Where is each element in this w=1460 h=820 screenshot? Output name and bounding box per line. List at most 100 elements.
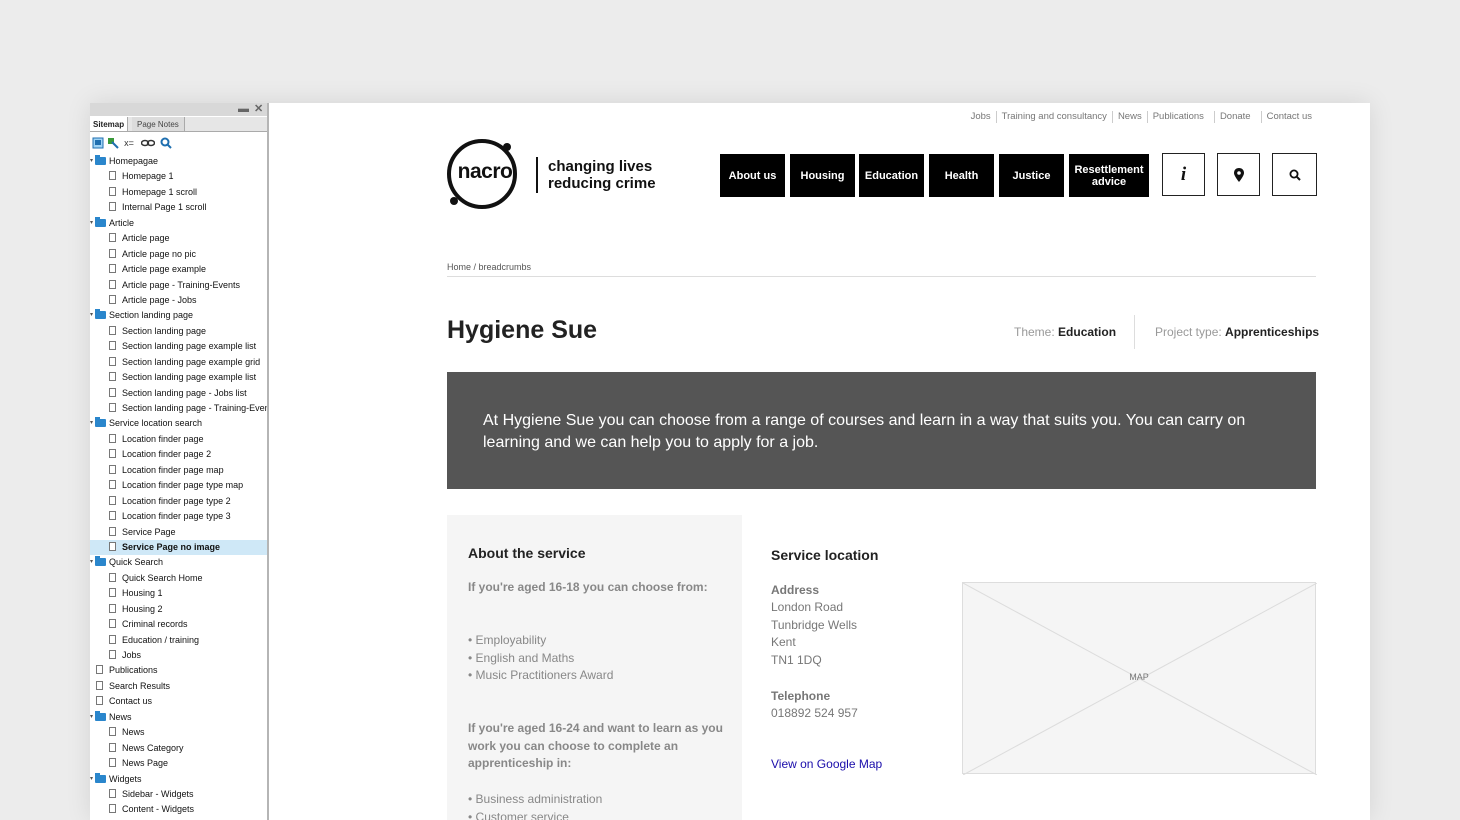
nav-justice[interactable]: Justice: [999, 154, 1064, 197]
sitemap-page[interactable]: Section landing page - Jobs list: [90, 386, 267, 401]
sitemap-folder[interactable]: ▾ Quick Search: [90, 555, 267, 570]
sitemap-page[interactable]: Section landing page - Training-Event: [90, 401, 267, 416]
sitemap-item-label: Section landing page - Jobs list: [122, 387, 247, 398]
google-map-link[interactable]: View on Google Map: [771, 757, 882, 771]
sitemap-folder[interactable]: ▾ Article: [90, 216, 267, 231]
address-line: London Road: [771, 600, 844, 614]
sitemap-page[interactable]: Homepage 1 scroll: [90, 185, 267, 200]
sitemap-page[interactable]: News Category: [90, 741, 267, 756]
tab-sitemap[interactable]: Sitemap: [90, 117, 129, 131]
link-icon[interactable]: [140, 137, 156, 149]
sitemap-folder[interactable]: ▾ Widgets: [90, 772, 267, 787]
sitemap-item-label: Article page: [122, 233, 170, 244]
page-icon: [109, 788, 116, 798]
page-icon: [96, 680, 103, 690]
sitemap-page[interactable]: Service Page no image: [90, 539, 267, 556]
nav-resettlement-advice[interactable]: Resettlement advice: [1069, 154, 1149, 197]
map-placeholder[interactable]: MAP: [962, 582, 1317, 775]
sitemap-page[interactable]: Sidebar - Widgets: [90, 787, 267, 802]
info-button[interactable]: i: [1162, 153, 1205, 196]
sitemap-folder[interactable]: ▾ Service location search: [90, 416, 267, 431]
sitemap-folder[interactable]: ▾ Homepagae: [90, 154, 267, 169]
sitemap-page[interactable]: Article page example: [90, 262, 267, 277]
sitemap-page[interactable]: News Page: [90, 756, 267, 771]
sitemap-page[interactable]: Section landing page example list: [90, 370, 267, 385]
sitemap-page[interactable]: News: [90, 725, 267, 740]
sitemap-page[interactable]: Article page - Jobs: [90, 293, 267, 308]
nav-housing[interactable]: Housing: [790, 154, 855, 197]
toplink-news[interactable]: News: [1111, 111, 1147, 123]
folder-icon: [95, 772, 106, 783]
tab-page-notes[interactable]: Page Notes: [132, 117, 185, 131]
sitemap-page[interactable]: Location finder page map: [90, 463, 267, 478]
website-page: Jobs Training and consultancy News Publi…: [269, 103, 1370, 820]
sitemap-page[interactable]: Article page: [90, 231, 267, 246]
toplink-jobs[interactable]: Jobs: [966, 111, 996, 123]
x-equals-icon[interactable]: x=: [123, 137, 135, 149]
add-page-icon[interactable]: [92, 137, 104, 149]
sitemap-item-label: Location finder page type 3: [122, 511, 231, 522]
sitemap-page[interactable]: Location finder page type 3: [90, 509, 267, 524]
sitemap-page[interactable]: Location finder page type 2: [90, 494, 267, 509]
sitemap-page[interactable]: Homepage 1: [90, 169, 267, 184]
sitemap-page[interactable]: Housing 1: [90, 586, 267, 601]
toplink-publications[interactable]: Publications: [1146, 111, 1209, 123]
sitemap-page[interactable]: Quick Search Home: [90, 571, 267, 586]
sitemap-folder[interactable]: ▾ News: [90, 710, 267, 725]
sitemap-item-label: Jobs: [122, 650, 142, 660]
sitemap-page[interactable]: Article page - Training-Events: [90, 278, 267, 293]
about-service-box: About the service If you're aged 16-18 y…: [447, 515, 742, 820]
sitemap-panel: ▬ ✕ Sitemap Page Notes x= ▾ Homepagae Home…: [90, 103, 269, 820]
page-icon: [109, 279, 116, 289]
sitemap-page[interactable]: Service Page: [90, 525, 267, 540]
sitemap-page[interactable]: Search Results: [90, 679, 267, 694]
page-icon: [109, 572, 116, 582]
toplink-training[interactable]: Training and consultancy: [995, 111, 1112, 123]
logo-dot: [450, 197, 458, 205]
sitemap-page[interactable]: Criminal records: [90, 617, 267, 632]
page-icon: [109, 495, 116, 505]
sitemap-folder[interactable]: ▾ Section landing page: [90, 308, 267, 323]
sitemap-page[interactable]: Internal Page 1 scroll: [90, 200, 267, 215]
sitemap-page[interactable]: Contact us: [90, 694, 267, 709]
minimize-icon[interactable]: ▬: [238, 103, 249, 116]
sitemap-page[interactable]: Education / training: [90, 633, 267, 648]
sitemap-item-label: Section landing page example list: [122, 341, 257, 352]
nav-health[interactable]: Health: [929, 154, 994, 197]
page-icon: [109, 356, 116, 366]
sitemap-page[interactable]: Section landing page example list: [90, 339, 267, 354]
sitemap-page[interactable]: Location finder page type map: [90, 478, 267, 493]
sitemap-page[interactable]: Article page no pic: [90, 247, 267, 262]
toplink-contact[interactable]: Contact us: [1260, 111, 1317, 123]
toplink-donate[interactable]: Donate: [1213, 111, 1256, 123]
page-icon: [109, 372, 116, 382]
sitemap-item-label: Service Page: [122, 526, 176, 537]
search-button[interactable]: [1272, 153, 1317, 196]
logo-divider: [536, 157, 538, 193]
page-icon: [109, 464, 116, 474]
folder-icon: [95, 710, 106, 721]
search-icon[interactable]: [160, 137, 172, 149]
list-item: • English and Maths: [468, 650, 575, 665]
nav-about-us[interactable]: About us: [720, 154, 785, 197]
location-button[interactable]: [1217, 153, 1260, 196]
sitemap-item-label: Location finder page: [122, 433, 204, 444]
sitemap-page[interactable]: Section landing page: [90, 324, 267, 339]
close-icon[interactable]: ✕: [254, 103, 263, 116]
sitemap-page[interactable]: Housing 2: [90, 602, 267, 617]
sitemap-page[interactable]: Location finder page: [90, 432, 267, 447]
breadcrumb[interactable]: Home / breadcrumbs: [447, 262, 531, 272]
tagline-line-1: changing lives: [548, 158, 653, 175]
sitemap-item-label: Contact us: [109, 696, 153, 707]
sitemap-page[interactable]: Content - Widgets: [90, 802, 267, 817]
sitemap-page[interactable]: Jobs: [90, 648, 267, 663]
sitemap-page[interactable]: Publications: [90, 663, 267, 678]
add-child-icon[interactable]: [107, 137, 119, 149]
sitemap-page[interactable]: Section landing page example grid: [90, 355, 267, 370]
sitemap-item-label: Section landing page example list: [122, 372, 257, 383]
sitemap-item-label: Section landing page - Training-Event: [122, 403, 269, 413]
sitemap-page[interactable]: Location finder page 2: [90, 447, 267, 462]
intro-banner: At Hygiene Sue you can choose from a ran…: [447, 372, 1316, 489]
nav-education[interactable]: Education: [859, 154, 924, 197]
theme-meta: Theme: Education: [1014, 325, 1116, 339]
